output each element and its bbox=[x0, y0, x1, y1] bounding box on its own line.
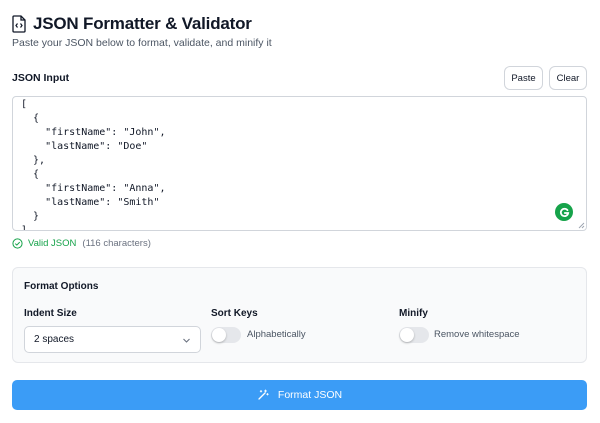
check-circle-icon bbox=[12, 238, 23, 249]
page-subtitle: Paste your JSON below to format, validat… bbox=[12, 37, 272, 49]
minify-toggle[interactable] bbox=[399, 327, 429, 343]
page-title: JSON Formatter & Validator bbox=[33, 14, 252, 33]
indent-size-select[interactable]: 2 spaces bbox=[24, 326, 201, 353]
minify-description: Remove whitespace bbox=[434, 329, 520, 340]
format-json-label: Format JSON bbox=[277, 389, 343, 401]
format-options-panel: Format Options Indent Size 2 spaces Sort… bbox=[12, 267, 587, 363]
valid-json-label: Valid JSON bbox=[28, 238, 77, 249]
paste-button[interactable]: Paste bbox=[504, 66, 543, 90]
sort-keys-label: Sort Keys bbox=[211, 308, 258, 319]
format-options-title: Format Options bbox=[24, 281, 99, 292]
sort-keys-toggle[interactable] bbox=[211, 327, 241, 343]
clear-button[interactable]: Clear bbox=[549, 66, 587, 90]
json-file-icon bbox=[12, 15, 26, 33]
json-input-textarea[interactable]: [ { "firstName": "John", "lastName": "Do… bbox=[12, 96, 587, 231]
validation-status: Valid JSON (116 characters) bbox=[12, 238, 151, 249]
resize-handle-icon[interactable] bbox=[578, 222, 585, 229]
indent-size-label: Indent Size bbox=[24, 308, 77, 319]
character-count: (116 characters) bbox=[82, 238, 151, 249]
json-input-label: JSON Input bbox=[12, 72, 70, 84]
indent-size-value: 2 spaces bbox=[34, 334, 75, 345]
json-input-text: [ { "firstName": "John", "lastName": "Do… bbox=[21, 99, 166, 231]
format-json-button[interactable]: Format JSON bbox=[12, 380, 587, 410]
page-header: JSON Formatter & Validator bbox=[12, 14, 252, 34]
sort-keys-description: Alphabetically bbox=[247, 329, 306, 340]
toggle-knob bbox=[212, 328, 226, 342]
toggle-knob bbox=[400, 328, 414, 342]
minify-label: Minify bbox=[399, 308, 428, 319]
grammarly-icon[interactable] bbox=[555, 203, 573, 221]
magic-wand-icon bbox=[258, 389, 269, 400]
chevron-down-icon bbox=[183, 338, 190, 343]
grammarly-g-glyph bbox=[559, 207, 569, 217]
